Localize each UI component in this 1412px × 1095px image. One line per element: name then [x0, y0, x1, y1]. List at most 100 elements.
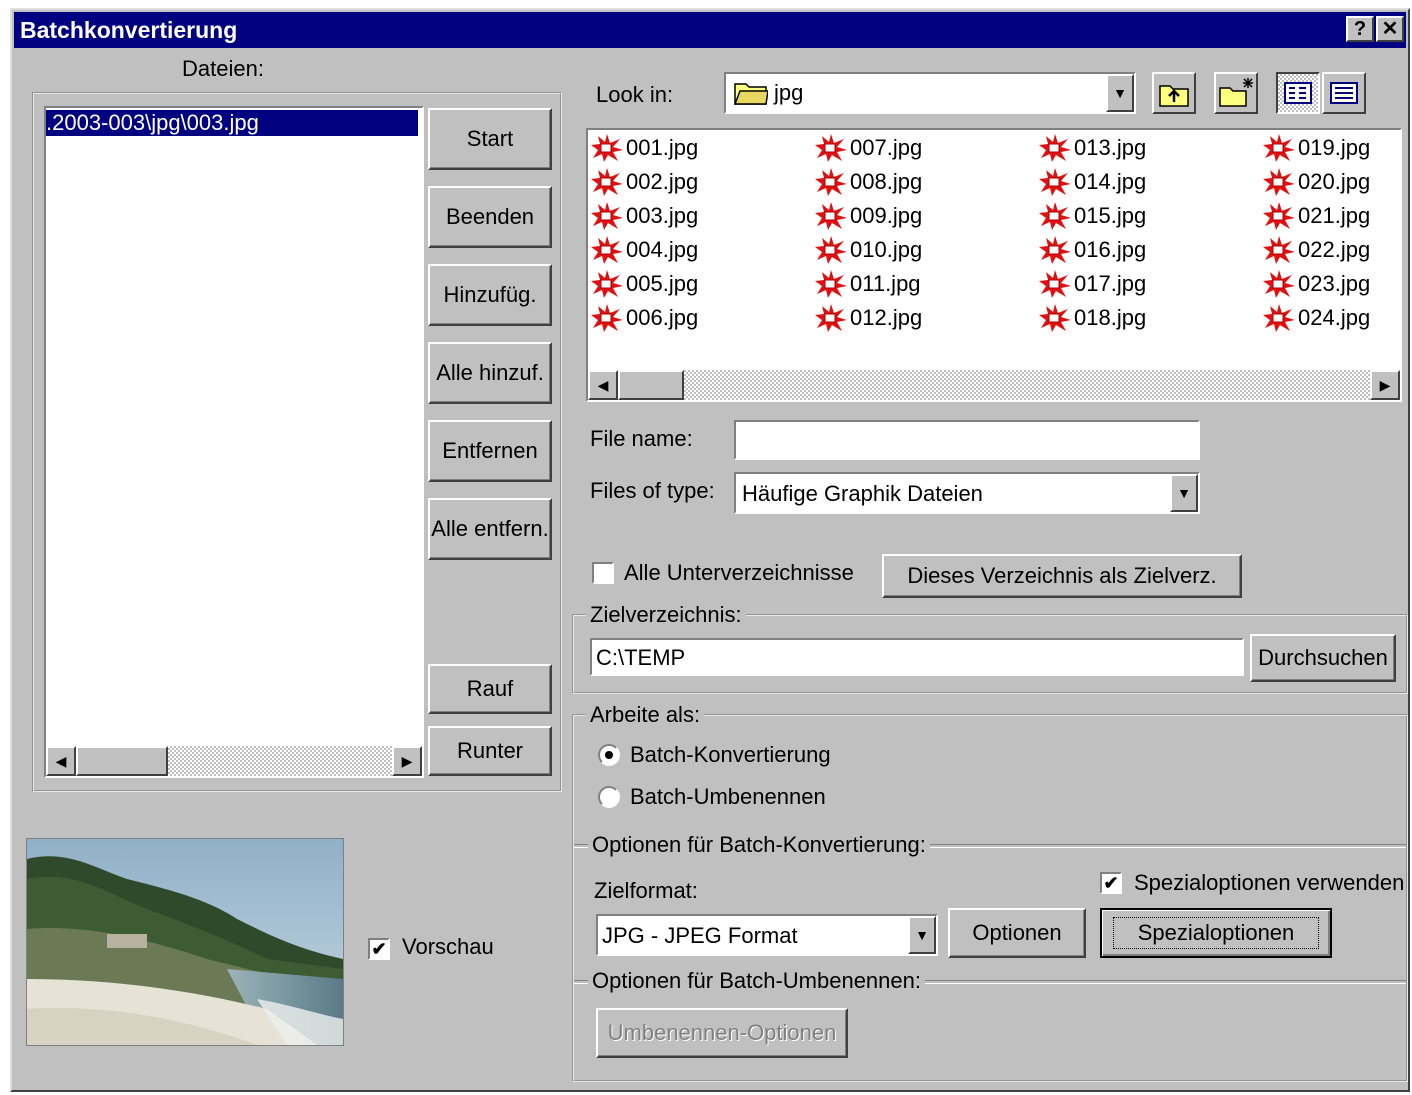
look-in-dropdown[interactable]: jpg ▼ — [724, 72, 1136, 114]
set-target-directory-button[interactable]: Dieses Verzeichnis als Zielverz. — [882, 554, 1242, 598]
details-view-icon — [1330, 82, 1358, 104]
rename-options-label: Optionen für Batch-Umbenennen: — [588, 968, 925, 994]
file-item[interactable]: 005.jpg — [590, 268, 698, 300]
file-list-view[interactable]: 001.jpg 002.jpg 003.jpg 004.jpg 005.jpg 006.j… — [586, 128, 1402, 402]
special-options-checkbox[interactable]: ✔ — [1100, 872, 1122, 894]
file-name: 010.jpg — [850, 237, 923, 262]
list-view-button[interactable] — [1276, 72, 1320, 114]
image-file-icon — [1263, 202, 1295, 230]
scroll-left-button[interactable]: ◀ — [588, 370, 618, 400]
file-item[interactable]: 021.jpg — [1262, 200, 1370, 232]
file-item[interactable]: 006.jpg — [590, 302, 698, 334]
move-up-button[interactable]: Rauf — [428, 664, 552, 714]
files-of-type-label: Files of type: — [590, 478, 715, 503]
file-name: 023.jpg — [1298, 271, 1371, 296]
file-name: 007.jpg — [850, 135, 923, 160]
chevron-down-icon[interactable]: ▼ — [908, 916, 936, 954]
special-options-button-label: Spezialoptionen — [1112, 917, 1320, 949]
file-name: 017.jpg — [1074, 271, 1147, 296]
list-view-icon — [1284, 82, 1312, 104]
image-file-icon — [591, 304, 623, 332]
horizontal-scrollbar-thumb[interactable] — [76, 746, 168, 776]
help-button[interactable]: ? — [1346, 16, 1374, 42]
beenden-button[interactable]: Beenden — [428, 186, 552, 248]
file-item[interactable]: 007.jpg — [814, 132, 922, 164]
file-name: 016.jpg — [1074, 237, 1147, 262]
up-folder-button[interactable] — [1152, 72, 1196, 114]
file-item[interactable]: 012.jpg — [814, 302, 922, 334]
file-item[interactable]: 020.jpg — [1262, 166, 1370, 198]
special-options-check-label: Spezialoptionen verwenden — [1134, 870, 1405, 895]
batch-rename-radio[interactable] — [598, 786, 620, 808]
file-item[interactable]: 004.jpg — [590, 234, 698, 266]
file-item[interactable]: 010.jpg — [814, 234, 922, 266]
files-of-type-dropdown[interactable]: Häufige Graphik Dateien ▼ — [734, 472, 1200, 514]
image-file-icon — [815, 270, 847, 298]
file-item[interactable]: 001.jpg — [590, 132, 698, 164]
beach-photo — [27, 839, 343, 1045]
file-item[interactable]: 002.jpg — [590, 166, 698, 198]
add-all-button[interactable]: Alle hinzuf. — [428, 342, 552, 404]
image-file-icon — [815, 236, 847, 264]
file-item[interactable]: 022.jpg — [1262, 234, 1370, 266]
file-item[interactable]: 023.jpg — [1262, 268, 1370, 300]
subdirs-checkbox[interactable] — [592, 562, 614, 584]
image-file-icon — [591, 134, 623, 162]
image-file-icon — [1263, 304, 1295, 332]
file-item[interactable]: 016.jpg — [1038, 234, 1146, 266]
file-item[interactable]: 013.jpg — [1038, 132, 1146, 164]
file-item[interactable]: 024.jpg — [1262, 302, 1370, 334]
image-file-icon — [815, 202, 847, 230]
subdirs-label: Alle Unterverzeichnisse — [624, 560, 854, 585]
file-item[interactable]: 011.jpg — [814, 268, 921, 300]
close-button[interactable]: ✕ — [1376, 16, 1404, 42]
file-item[interactable]: 014.jpg — [1038, 166, 1146, 198]
remove-button[interactable]: Entfernen — [428, 420, 552, 482]
file-name: 011.jpg — [850, 271, 921, 296]
file-item[interactable]: 018.jpg — [1038, 302, 1146, 334]
horizontal-scrollbar-thumb[interactable] — [618, 370, 684, 400]
file-item[interactable]: 003.jpg — [590, 200, 698, 232]
file-item[interactable]: 008.jpg — [814, 166, 922, 198]
file-item[interactable]: 019.jpg — [1262, 132, 1370, 164]
scroll-right-button[interactable]: ▶ — [1370, 370, 1400, 400]
target-format-dropdown[interactable]: JPG - JPEG Format ▼ — [596, 914, 938, 956]
start-button[interactable]: Start — [428, 108, 552, 170]
batch-rename-label: Batch-Umbenennen — [630, 784, 826, 809]
batch-convert-radio[interactable] — [598, 744, 620, 766]
files-listbox[interactable]: .2003-003\jpg\003.jpg ◀ ▶ — [44, 106, 424, 778]
image-file-icon — [1263, 134, 1295, 162]
image-file-icon — [591, 236, 623, 264]
file-item[interactable]: 009.jpg — [814, 200, 922, 232]
file-name: 004.jpg — [626, 237, 699, 262]
file-name: 001.jpg — [626, 135, 699, 160]
scroll-right-button[interactable]: ▶ — [392, 746, 422, 776]
file-item[interactable]: 017.jpg — [1038, 268, 1146, 300]
image-file-icon — [1039, 134, 1071, 162]
move-down-button[interactable]: Runter — [428, 726, 552, 776]
files-label: Dateien: — [182, 56, 264, 81]
file-name-input[interactable] — [734, 420, 1200, 460]
remove-all-button[interactable]: Alle entfern. — [428, 498, 552, 560]
chevron-down-icon[interactable]: ▼ — [1170, 474, 1198, 512]
browse-button[interactable]: Durchsuchen — [1250, 634, 1396, 682]
special-options-button[interactable]: Spezialoptionen — [1100, 908, 1332, 958]
add-button[interactable]: Hinzufüg. — [428, 264, 552, 326]
files-of-type-value: Häufige Graphik Dateien — [742, 481, 983, 506]
scroll-left-button[interactable]: ◀ — [46, 746, 76, 776]
options-button[interactable]: Optionen — [948, 908, 1086, 958]
chevron-down-icon[interactable]: ▼ — [1106, 74, 1134, 112]
file-name: 024.jpg — [1298, 305, 1371, 330]
file-name: 006.jpg — [626, 305, 699, 330]
image-file-icon — [1263, 236, 1295, 264]
details-view-button[interactable] — [1322, 72, 1366, 114]
preview-checkbox[interactable]: ✔ — [368, 938, 390, 960]
file-item[interactable]: 015.jpg — [1038, 200, 1146, 232]
list-item-selected[interactable]: .2003-003\jpg\003.jpg — [46, 110, 418, 136]
new-folder-button[interactable] — [1214, 72, 1258, 114]
image-file-icon — [591, 270, 623, 298]
horizontal-scrollbar-track[interactable] — [618, 370, 1370, 400]
target-directory-input[interactable]: C:\TEMP — [590, 638, 1244, 676]
title-bar: Batchkonvertierung ? ✕ — [14, 12, 1406, 48]
file-name: 018.jpg — [1074, 305, 1147, 330]
